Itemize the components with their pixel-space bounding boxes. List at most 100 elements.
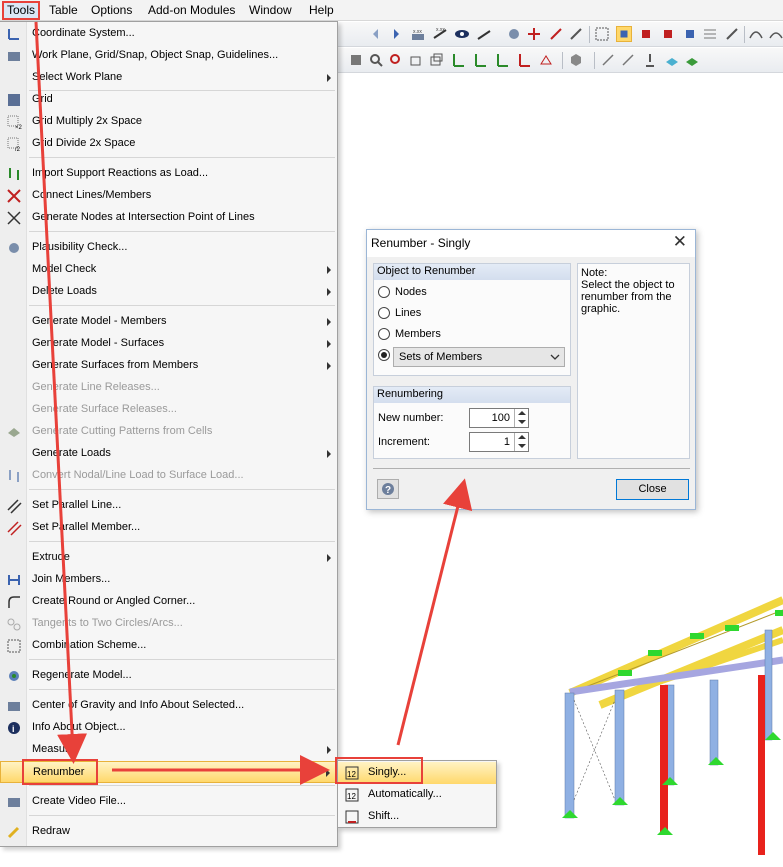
join-members-icon <box>8 575 20 585</box>
menu-item-measure[interactable]: Measure <box>0 739 337 761</box>
menu-item-grid-divide[interactable]: /2 Grid Divide 2x Space <box>0 133 337 155</box>
isometric-icon[interactable] <box>538 52 554 68</box>
object-snap-icon[interactable] <box>638 26 654 42</box>
menu-item-import-reactions[interactable]: Import Support Reactions as Load... <box>0 163 337 185</box>
arc-icon[interactable] <box>768 26 783 42</box>
dimension-icon[interactable]: x.xx <box>432 26 448 42</box>
view-x-icon[interactable] <box>450 52 466 68</box>
radio-button[interactable] <box>378 307 390 319</box>
close-button[interactable]: Close <box>616 479 689 500</box>
red-arrows-icon[interactable] <box>548 26 564 42</box>
layers-icon[interactable] <box>684 52 700 68</box>
rotate-icon[interactable] <box>620 52 636 68</box>
new-number-spinner[interactable]: 100 <box>469 408 529 428</box>
renumber-shift-icon <box>345 810 359 824</box>
import-reactions-icon <box>9 168 19 180</box>
grid-icon[interactable] <box>594 26 610 42</box>
boxes-icon[interactable] <box>428 52 444 68</box>
menu-item-model-check[interactable]: Model Check <box>0 259 337 281</box>
spinner-buttons[interactable] <box>514 409 528 427</box>
surface-icon[interactable] <box>664 52 680 68</box>
snap-2-icon[interactable] <box>660 26 676 42</box>
menu-item-parallel-line[interactable]: Set Parallel Line... <box>0 495 337 517</box>
radio-sets-of-members[interactable]: Sets of Members <box>378 347 568 367</box>
menu-separator <box>29 785 335 786</box>
dimension-2-icon[interactable] <box>476 26 492 42</box>
zoom-icon[interactable] <box>368 52 384 68</box>
view-y-icon[interactable] <box>472 52 488 68</box>
menu-item-create-video[interactable]: Create Video File... <box>0 791 337 813</box>
menu-item-regenerate-model[interactable]: Regenerate Model... <box>0 665 337 687</box>
grid-snap-icon <box>8 52 20 61</box>
arrow-up-icon[interactable] <box>518 435 526 439</box>
menu-item-redraw[interactable]: Redraw <box>0 821 337 843</box>
menu-item-work-plane[interactable]: Work Plane, Grid/Snap, Object Snap, Guid… <box>0 45 337 67</box>
box-icon[interactable] <box>408 52 424 68</box>
menu-item-coordinate-system[interactable]: Coordinate System... <box>0 23 337 45</box>
render-icon[interactable] <box>568 52 584 68</box>
menu-item-label: Join Members... <box>32 573 111 585</box>
menu-item-label: Generate Model - Members <box>32 315 167 327</box>
menu-item-intersection-nodes[interactable]: Generate Nodes at Intersection Point of … <box>0 207 337 229</box>
menu-item-label: Model Check <box>32 263 97 275</box>
menu-item-generate-loads[interactable]: Generate Loads <box>0 443 337 465</box>
menu-item-select-work-plane[interactable]: Select Work Plane <box>0 67 337 89</box>
increment-spinner[interactable]: 1 <box>469 432 529 452</box>
menu-item-generate-members[interactable]: Generate Model - Members <box>0 311 337 333</box>
view-minus-y-icon[interactable] <box>516 52 532 68</box>
radio-button[interactable] <box>378 286 390 298</box>
visibility-icon[interactable] <box>454 26 470 42</box>
view-z-icon[interactable] <box>494 52 510 68</box>
menu-item-extrude[interactable]: Extrude <box>0 547 337 569</box>
menu-add-on-modules[interactable]: Add-on Modules <box>148 3 235 18</box>
menu-separator <box>29 689 335 690</box>
spinner-buttons[interactable] <box>514 433 528 451</box>
object-type-select[interactable]: Sets of Members <box>393 347 565 367</box>
menu-item-center-of-gravity[interactable]: Center of Gravity and Info About Selecte… <box>0 695 337 717</box>
snap-icon[interactable] <box>616 26 632 42</box>
close-icon[interactable]: ✕ <box>673 232 687 252</box>
view-icon[interactable]: x.xx <box>410 26 426 42</box>
menu-item-delete-loads[interactable]: Delete Loads <box>0 281 337 303</box>
arrow-down-icon[interactable] <box>518 444 526 448</box>
menu-item-parallel-member[interactable]: Set Parallel Member... <box>0 517 337 539</box>
zoom-red-icon[interactable] <box>388 52 404 68</box>
menu-item-connect-lines[interactable]: Connect Lines/Members <box>0 185 337 207</box>
menu-item-plausibility-check[interactable]: Plausibility Check... <box>0 237 337 259</box>
menu-options[interactable]: Options <box>91 3 132 18</box>
arrow-up-icon[interactable] <box>518 411 526 415</box>
menu-table[interactable]: Table <box>49 3 78 18</box>
menu-item-info-about-object[interactable]: i Info About Object... <box>0 717 337 739</box>
menu-tools[interactable]: Tools <box>2 1 41 20</box>
tangents-icon <box>7 618 21 631</box>
menu-window[interactable]: Window <box>249 3 292 18</box>
tool-icon[interactable] <box>506 26 522 42</box>
back-icon[interactable] <box>368 26 384 42</box>
radio-button[interactable] <box>378 349 390 361</box>
dimension-3-icon[interactable] <box>724 26 740 42</box>
snap-3-icon[interactable] <box>682 26 698 42</box>
radio-button[interactable] <box>378 328 390 340</box>
spline-icon[interactable] <box>748 26 764 42</box>
arrows-icon[interactable] <box>526 26 542 42</box>
help-button[interactable]: ? <box>377 479 399 499</box>
select-icon[interactable] <box>348 52 364 68</box>
line-icon[interactable] <box>600 52 616 68</box>
menu-item-surfaces-from-members[interactable]: Generate Surfaces from Members <box>0 355 337 377</box>
support-icon[interactable] <box>642 52 658 68</box>
structure-graphic[interactable] <box>540 590 783 860</box>
menu-item-round-corner[interactable]: Create Round or Angled Corner... <box>0 591 337 613</box>
menu-help[interactable]: Help <box>309 3 334 18</box>
forward-icon[interactable] <box>388 26 404 42</box>
menu-item-grid-multiply[interactable]: ×2 Grid Multiply 2x Space <box>0 111 337 133</box>
edit-icon[interactable] <box>568 26 584 42</box>
menu-item-combination-scheme[interactable]: Combination Scheme... <box>0 635 337 657</box>
submenu-item-shift[interactable]: Shift... <box>338 806 496 828</box>
submenu-item-label: Automatically... <box>368 788 442 800</box>
menu-item-join-members[interactable]: Join Members... <box>0 569 337 591</box>
arrow-down-icon[interactable] <box>518 420 526 424</box>
guidelines-icon[interactable] <box>702 26 718 42</box>
menu-item-grid[interactable]: Grid <box>0 89 337 111</box>
submenu-item-automatically[interactable]: 12 Automatically... <box>338 784 496 806</box>
menu-item-generate-surfaces[interactable]: Generate Model - Surfaces <box>0 333 337 355</box>
